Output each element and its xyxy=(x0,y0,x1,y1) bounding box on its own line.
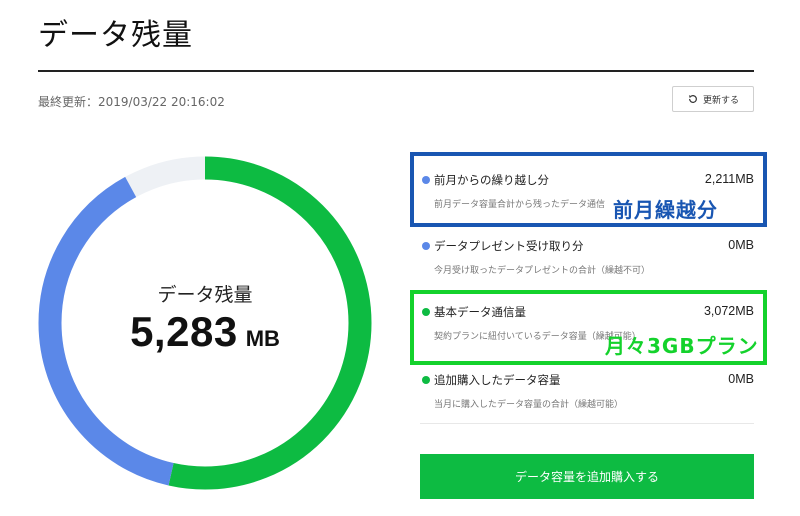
plan-annotation: 月々3GBプラン xyxy=(605,334,759,358)
last-updated-timestamp: 最終更新：2019/03/22 20:16:02 xyxy=(38,95,225,109)
carryover-annotation: 前月繰越分 xyxy=(613,198,718,222)
buy-additional-data-button[interactable]: データ容量を追加購入する xyxy=(420,454,754,499)
present-dot xyxy=(422,242,430,250)
breakdown-item-title: データプレゼント受け取り分 xyxy=(434,239,584,253)
title-divider xyxy=(38,70,754,72)
refresh-button-label: 更新する xyxy=(702,95,739,106)
breakdown-item-amount: 0MB xyxy=(728,372,754,386)
refresh-button[interactable]: 更新する xyxy=(672,86,754,112)
donut-center-label: データ残量 xyxy=(157,284,253,306)
breakdown-item-title: 追加購入したデータ容量 xyxy=(434,373,561,387)
remaining-unit: MB xyxy=(245,326,280,351)
remaining-amount: 5,283 xyxy=(130,308,238,355)
data-remaining-donut: データ残量 5,283 MB xyxy=(38,156,372,490)
row-divider xyxy=(420,423,754,424)
page-title: データ残量 xyxy=(38,18,193,53)
purchased-dot xyxy=(422,376,430,384)
breakdown-item-desc: 当月に購入したデータ容量の合計（繰越可能） xyxy=(434,400,624,410)
breakdown-item-desc: 今月受け取ったデータプレゼントの合計（繰越不可） xyxy=(434,266,651,276)
donut-center-value: 5,283 MB xyxy=(38,308,372,356)
refresh-icon xyxy=(688,95,697,103)
breakdown-item-amount: 0MB xyxy=(728,238,754,252)
